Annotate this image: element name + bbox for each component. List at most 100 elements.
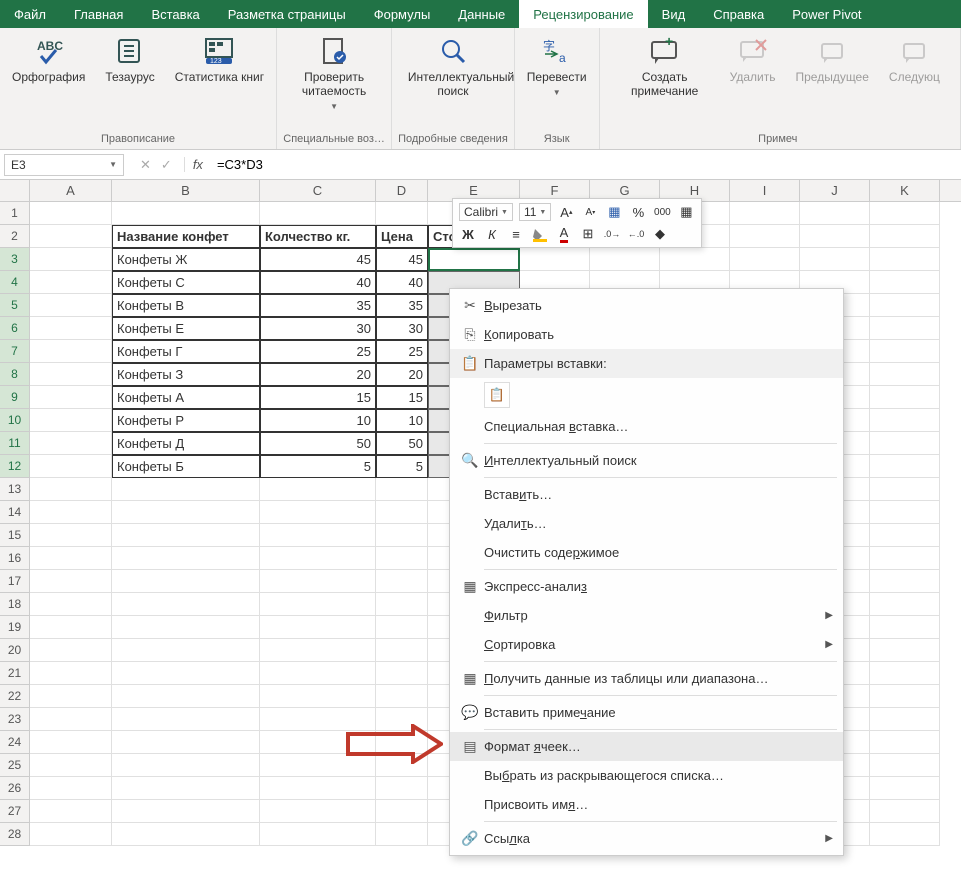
borders-icon[interactable]: ⊞ [579,225,597,243]
cell[interactable] [260,570,376,593]
cell[interactable] [376,823,428,846]
tab-home[interactable]: Главная [60,0,137,28]
row-header-26[interactable]: 26 [0,777,30,800]
accounting-format-icon[interactable]: ▦ [605,203,623,221]
cell[interactable] [30,616,112,639]
cell[interactable] [112,202,260,225]
cell[interactable] [870,317,940,340]
fx-icon[interactable]: fx [184,157,211,172]
cell[interactable] [30,593,112,616]
percent-icon[interactable]: % [629,203,647,221]
cell[interactable]: Колчество кг. [260,225,376,248]
cell[interactable] [112,524,260,547]
cell[interactable] [112,800,260,823]
cell[interactable] [870,386,940,409]
comma-icon[interactable]: 000 [653,203,671,221]
cell[interactable] [30,800,112,823]
cell[interactable] [112,570,260,593]
cell[interactable] [112,478,260,501]
cell[interactable] [870,754,940,777]
cell[interactable] [112,708,260,731]
cell[interactable] [870,547,940,570]
cell[interactable] [870,685,940,708]
cell[interactable]: 15 [260,386,376,409]
cell[interactable] [870,202,940,225]
italic-icon[interactable]: К [483,225,501,243]
cell[interactable]: 50 [376,432,428,455]
cell[interactable] [590,248,660,271]
cell[interactable] [870,501,940,524]
cell[interactable] [870,409,940,432]
menu-format-cells[interactable]: ▤ Формат ячеек… [450,732,843,761]
menu-cut[interactable]: ✂ Вырезать [450,291,843,320]
cell[interactable] [112,662,260,685]
cell[interactable]: 20 [376,363,428,386]
cell[interactable]: 40 [376,271,428,294]
prev-comment-button[interactable]: Предыдущее [789,32,874,87]
menu-pick-list[interactable]: Выбрать из раскрывающегося списка… [450,761,843,790]
cell[interactable] [870,662,940,685]
fill-color-icon[interactable] [531,225,549,243]
smart-lookup-button[interactable]: Интеллектуальный поиск [402,32,504,101]
cell[interactable] [870,570,940,593]
cell[interactable] [260,501,376,524]
cell[interactable] [376,616,428,639]
row-header-20[interactable]: 20 [0,639,30,662]
next-comment-button[interactable]: Следуюц [883,32,946,87]
cell[interactable] [870,478,940,501]
row-header-7[interactable]: 7 [0,340,30,363]
cell[interactable] [376,570,428,593]
row-header-8[interactable]: 8 [0,363,30,386]
accept-formula-icon[interactable]: ✓ [161,157,172,173]
cell[interactable] [30,731,112,754]
cell[interactable]: 50 [260,432,376,455]
cell[interactable]: 30 [260,317,376,340]
cell[interactable] [870,800,940,823]
cell[interactable] [30,432,112,455]
cell[interactable] [30,363,112,386]
cell[interactable] [800,225,870,248]
cell[interactable] [30,202,112,225]
cell[interactable]: 15 [376,386,428,409]
cell[interactable] [260,777,376,800]
cell[interactable] [30,455,112,478]
cell[interactable] [870,455,940,478]
cell[interactable] [800,248,870,271]
cell[interactable] [260,524,376,547]
cell[interactable] [870,363,940,386]
cell[interactable] [260,800,376,823]
cell[interactable] [260,823,376,846]
menu-copy[interactable]: ⎘ Копировать [450,320,843,349]
cell[interactable] [30,294,112,317]
cell[interactable] [112,593,260,616]
cell[interactable] [30,478,112,501]
font-color-icon[interactable]: A [555,225,573,243]
paste-default-icon[interactable]: 📋 [484,382,510,408]
cell[interactable] [730,248,800,271]
menu-link[interactable]: 🔗 Ссылка ▶ [450,824,843,853]
col-header-K[interactable]: K [870,180,940,201]
tab-file[interactable]: Файл [0,0,60,28]
row-header-10[interactable]: 10 [0,409,30,432]
cell[interactable] [112,616,260,639]
row-header-12[interactable]: 12 [0,455,30,478]
cell[interactable]: Конфеты Б [112,455,260,478]
cell[interactable] [112,639,260,662]
bold-icon[interactable]: Ж [459,225,477,243]
row-header-15[interactable]: 15 [0,524,30,547]
row-header-4[interactable]: 4 [0,271,30,294]
cell[interactable] [260,685,376,708]
row-header-18[interactable]: 18 [0,593,30,616]
menu-sort[interactable]: Сортировка ▶ [450,630,843,659]
cell[interactable] [376,524,428,547]
select-all-corner[interactable] [0,180,30,201]
menu-smart-lookup[interactable]: 🔍 Интеллектуальный поиск [450,446,843,475]
cell[interactable] [30,777,112,800]
cell[interactable] [30,662,112,685]
bookstats-button[interactable]: 123 Статистика книг [169,32,270,87]
cell[interactable] [112,754,260,777]
cell[interactable] [730,202,800,225]
dropdown-caret-icon[interactable]: ▼ [109,160,117,169]
cell[interactable] [112,547,260,570]
cell[interactable] [730,225,800,248]
